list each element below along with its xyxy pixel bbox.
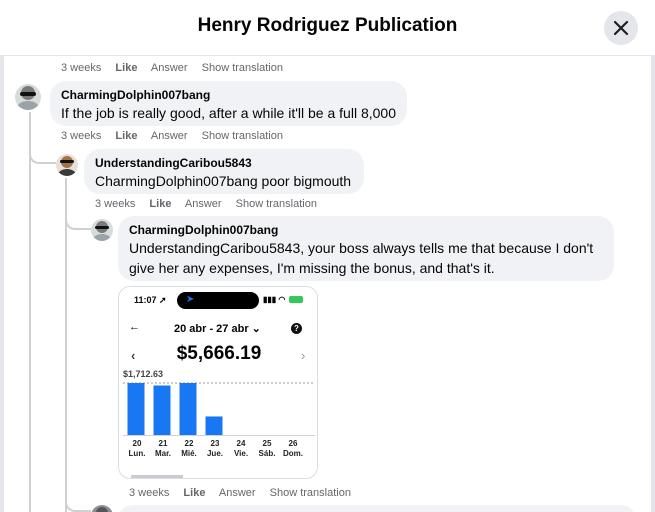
chart-bar — [179, 383, 197, 435]
comment-author[interactable]: UnderstandingCaribou5843 — [95, 156, 353, 171]
dialog-left-border — [0, 0, 4, 512]
thread-connector-next — [65, 496, 91, 512]
answer-button[interactable]: Answer — [219, 487, 256, 499]
chart-bar — [127, 383, 145, 435]
chevron-right-icon: › — [301, 348, 306, 363]
show-translation-button[interactable]: Show translation — [202, 62, 283, 74]
show-translation-button[interactable]: Show translation — [270, 487, 351, 499]
comment-attachment-image[interactable]: 11:07 ➚ ➤ ▮▮▮ ◠ ← 20 abr - 27 abr ⌄ ? ‹ … — [118, 286, 318, 479]
thread-connector-level2 — [29, 150, 56, 164]
comment-time[interactable]: 3 weeks — [129, 487, 169, 499]
status-time: 11:07 ➚ — [134, 295, 167, 305]
chart-day-label: 26 Dom. — [279, 439, 307, 459]
chart-bar — [205, 416, 223, 435]
chart-day-number: 21 — [158, 439, 168, 448]
comment-actions: 3 weeks Like Answer Show translation — [129, 487, 362, 499]
comment-bubble: CharmingDolphin007bang UnderstandingCari… — [118, 216, 614, 281]
comment-bubble: CharmingDolphin007bang If the job is rea… — [50, 81, 407, 126]
chart-day-number: 20 — [132, 439, 142, 448]
answer-button[interactable]: Answer — [151, 130, 188, 142]
chart-day-name: Mar. — [154, 449, 171, 458]
like-button[interactable]: Like — [115, 130, 137, 142]
dialog-header: Henry Rodriguez Publication — [0, 0, 655, 56]
comments-dialog: Henry Rodriguez Publication 3 weeks Like… — [0, 0, 655, 512]
comment-text-line: give her any expenses, I'm missing the b… — [129, 260, 495, 276]
like-button[interactable]: Like — [115, 62, 137, 74]
comment-bubble: UnderstandingCaribou5843 CharmingDolphin… — [84, 149, 364, 194]
thread-connector-level3 — [65, 216, 91, 230]
comment-author[interactable]: CharmingDolphin007bang — [61, 88, 396, 103]
answer-button[interactable]: Answer — [151, 62, 188, 74]
close-icon — [613, 20, 629, 36]
earnings-total: ‹ $5,666.19 › — [119, 343, 317, 367]
thread-line-level1 — [29, 112, 31, 512]
show-translation-button[interactable]: Show translation — [236, 198, 317, 210]
dialog-title: Henry Rodriguez Publication — [197, 15, 458, 36]
date-range: 20 abr - 27 abr ⌄ — [174, 323, 261, 335]
comment-actions-previous: 3 weeks Like Answer Show translation — [61, 62, 294, 74]
avatar[interactable] — [15, 84, 41, 110]
comment-actions: 3 weeks Like Answer Show translation — [95, 198, 328, 210]
chart-day-name: Sáb. — [258, 449, 276, 458]
chart-day-number: 24 — [236, 439, 246, 448]
avatar[interactable] — [56, 154, 78, 176]
signal-wifi-battery-icon: ▮▮▮ ◠ — [263, 295, 303, 304]
chart-day-label: 23 Jue. — [201, 439, 229, 459]
chart-day-name: Mié. — [181, 449, 197, 458]
cropped-text — [131, 475, 183, 478]
chart-day-label: 20 Lun. — [123, 439, 151, 459]
chart-day-labels: 20 Lun. 21 Mar. 22 Mié. 23 Jue. 24 Vie. 25 Sáb. 26 Do… — [119, 439, 317, 465]
like-button[interactable]: Like — [149, 198, 171, 210]
chart-day-label: 25 Sáb. — [253, 439, 281, 459]
comment-bubble — [118, 505, 636, 512]
chart-day-name: Dom. — [283, 449, 303, 458]
chart-day-label: 21 Mar. — [149, 439, 177, 459]
avatar[interactable] — [91, 505, 113, 512]
close-button[interactable] — [604, 11, 638, 45]
chart-day-name: Jue. — [206, 449, 223, 458]
comment-time[interactable]: 3 weeks — [61, 130, 101, 142]
chart-day-label: 22 Mié. — [175, 439, 203, 459]
comment-time[interactable]: 3 weeks — [95, 198, 135, 210]
chart-day-number: 26 — [288, 439, 298, 448]
dialog-right-border — [651, 0, 655, 512]
chart-day-name: Vie. — [233, 449, 249, 458]
chart-max-label: $1,712.63 — [123, 369, 164, 379]
help-icon: ? — [291, 323, 302, 334]
thread-line-level2 — [65, 178, 67, 512]
avatar[interactable] — [91, 219, 113, 241]
back-arrow-icon: ← — [129, 321, 140, 333]
comment-author[interactable]: CharmingDolphin007bang — [129, 223, 603, 238]
chart-day-name: Lun. — [128, 449, 146, 458]
dynamic-island: ➤ — [177, 292, 259, 309]
comment-time[interactable]: 3 weeks — [61, 62, 101, 74]
date-navigation: ← 20 abr - 27 abr ⌄ ? — [119, 321, 317, 337]
comment-actions: 3 weeks Like Answer Show translation — [61, 130, 294, 142]
comment-text-line: UnderstandingCaribou5843, your boss alwa… — [129, 240, 594, 256]
chart-day-number: 22 — [184, 439, 194, 448]
chart-day-number: 23 — [210, 439, 220, 448]
chart-day-label: 24 Vie. — [227, 439, 255, 459]
answer-button[interactable]: Answer — [185, 198, 222, 210]
phone-status-bar: 11:07 ➚ ➤ ▮▮▮ ◠ — [119, 287, 317, 313]
like-button[interactable]: Like — [183, 487, 205, 499]
comment-text: If the job is really good, after a while… — [61, 105, 396, 121]
comment-text: CharmingDolphin007bang poor bigmouth — [95, 173, 352, 189]
total-amount: $5,666.19 — [176, 343, 262, 364]
chart-day-number: 25 — [262, 439, 272, 448]
chart-bar — [153, 385, 171, 435]
earnings-bar-chart — [123, 382, 315, 436]
show-translation-button[interactable]: Show translation — [202, 130, 283, 142]
navigation-arrow-icon: ➤ — [186, 294, 195, 305]
